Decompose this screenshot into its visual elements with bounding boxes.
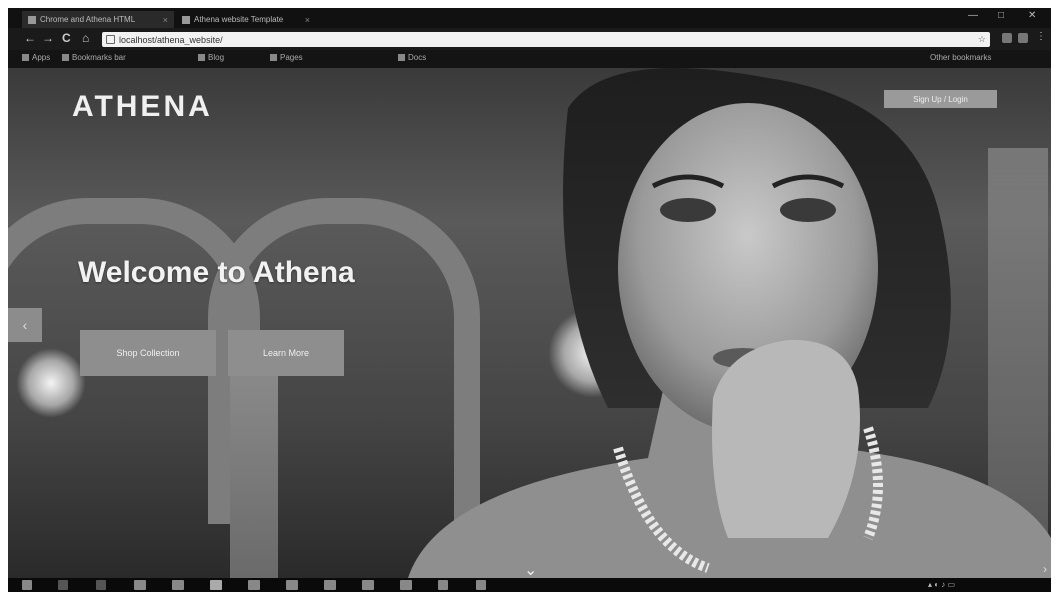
excel-icon[interactable] (362, 580, 374, 590)
tray-icons[interactable]: ▴ ◐ ♪ ▭ (928, 580, 955, 589)
minimize-button[interactable]: — (968, 10, 978, 21)
hero-photo (408, 68, 1051, 578)
page-info-icon[interactable] (106, 35, 115, 44)
extension-icon[interactable] (1002, 33, 1012, 43)
signup-login-button[interactable]: Sign Up / Login (884, 90, 997, 108)
close-icon[interactable]: × (305, 15, 310, 25)
url-input[interactable] (119, 34, 974, 45)
bookmark-favicon-icon (270, 54, 277, 62)
bookmarks-bar: Apps Bookmarks bar Blog Pages Docs Other… (8, 50, 1051, 68)
bookmark-item[interactable]: Blog (198, 53, 224, 62)
mail-icon[interactable] (248, 580, 260, 590)
star-icon[interactable]: ☆ (978, 34, 986, 45)
explorer-icon[interactable] (134, 580, 146, 590)
primary-cta-button[interactable]: Shop Collection (80, 330, 216, 376)
close-icon[interactable]: × (163, 15, 168, 25)
chrome-icon[interactable] (210, 580, 222, 590)
bookmark-favicon-icon (62, 54, 69, 62)
menu-icon[interactable]: ⋮ (1036, 31, 1046, 42)
bookmark-item[interactable]: Pages (270, 53, 303, 62)
extension-icon[interactable] (1018, 33, 1028, 43)
bookmark-item[interactable]: Apps (22, 53, 50, 62)
close-window-button[interactable]: ✕ (1028, 10, 1036, 21)
screen: Chrome and Athena HTML × Athena website … (8, 8, 1051, 592)
photos-icon[interactable] (286, 580, 298, 590)
bookmark-item[interactable]: Bookmarks bar (62, 53, 126, 62)
hero-heading: Welcome to Athena (78, 256, 355, 289)
browser-toolbar: ← → C ⌂ ☆ ⋮ (8, 28, 1051, 50)
start-icon[interactable] (22, 580, 32, 590)
tab-label: Chrome and Athena HTML (40, 15, 136, 24)
reload-button[interactable]: C (62, 31, 71, 45)
site-logo[interactable]: ATHENA (72, 90, 213, 124)
home-button[interactable]: ⌂ (82, 31, 89, 45)
app-icon[interactable] (438, 580, 448, 590)
tab-label: Athena website Template (194, 15, 284, 24)
side-arrow-icon[interactable]: ‹ (8, 308, 42, 342)
chevron-down-icon[interactable]: ⌄ (524, 560, 537, 578)
bookmark-favicon-icon (398, 54, 405, 62)
secondary-cta-button[interactable]: Learn More (228, 330, 344, 376)
back-button[interactable]: ← (24, 31, 36, 45)
bookmark-favicon-icon (22, 54, 29, 62)
tab-favicon-icon (182, 15, 190, 24)
app-icon[interactable] (476, 580, 486, 590)
page-viewport: ATHENA Sign Up / Login ‹ Welcome to Athe… (8, 68, 1051, 578)
tab-inactive[interactable]: Athena website Template × (176, 11, 316, 28)
address-bar[interactable]: ☆ (102, 32, 990, 47)
store-icon[interactable] (172, 580, 184, 590)
bookmark-favicon-icon (198, 54, 205, 62)
tab-bar: Chrome and Athena HTML × Athena website … (8, 8, 1051, 28)
other-bookmarks[interactable]: Other bookmarks (930, 53, 991, 62)
tab-favicon-icon (28, 15, 36, 24)
terminal-icon[interactable] (400, 580, 412, 590)
tab-active[interactable]: Chrome and Athena HTML × (22, 11, 174, 28)
os-taskbar: ▴ ◐ ♪ ▭ (8, 578, 1051, 592)
bookmark-item[interactable]: Docs (398, 53, 426, 62)
search-icon[interactable] (58, 580, 68, 590)
maximize-button[interactable]: □ (998, 10, 1004, 21)
word-icon[interactable] (324, 580, 336, 590)
task-view-icon[interactable] (96, 580, 106, 590)
forward-button[interactable]: → (42, 31, 54, 45)
arrow-right-icon[interactable]: › (1043, 562, 1047, 576)
